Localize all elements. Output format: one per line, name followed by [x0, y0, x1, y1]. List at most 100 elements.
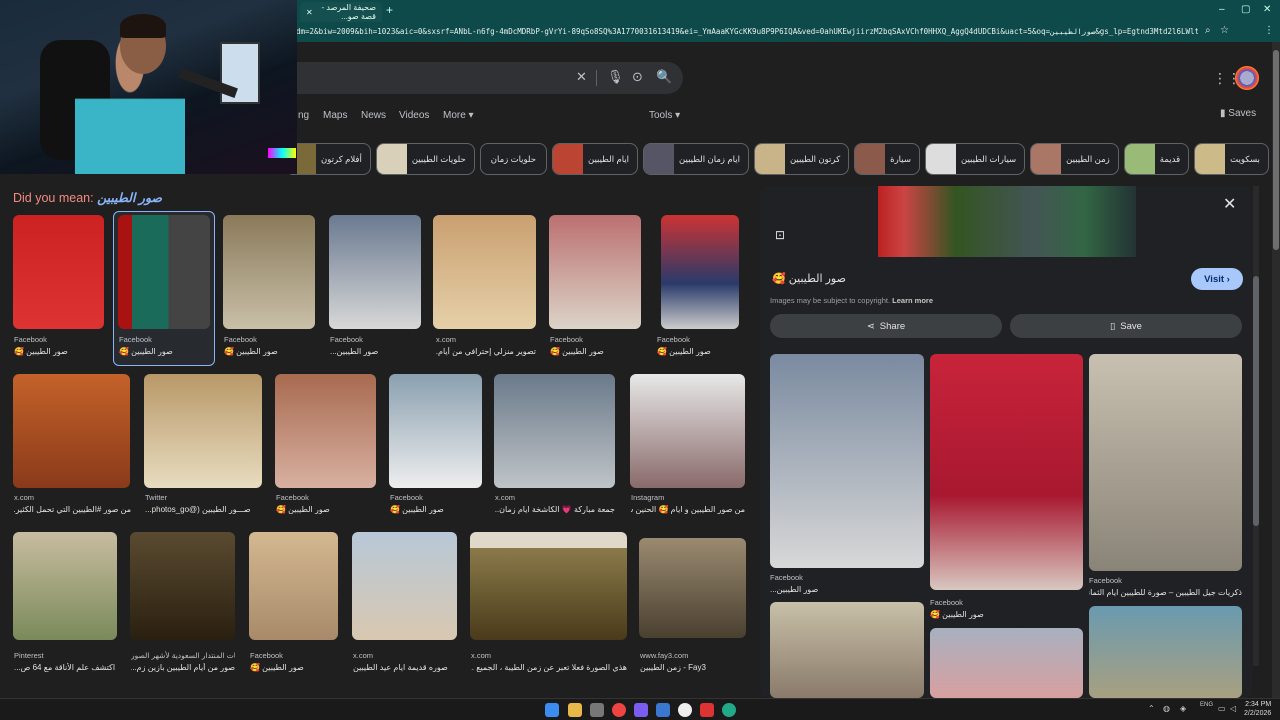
related-title[interactable]: صور الطيبين 🥰 [930, 610, 1080, 619]
result-title[interactable]: صور الطيبين 🥰 [250, 663, 338, 672]
result-title[interactable]: صور الطيبين 🥰 [550, 347, 640, 356]
microphone-icon[interactable]: 🎙 [607, 69, 624, 85]
result-image[interactable] [223, 215, 315, 329]
share-button[interactable]: ⋖ Share [770, 314, 1002, 338]
result-image[interactable] [639, 538, 746, 638]
lens-icon[interactable]: ⊙ [632, 69, 643, 85]
chip[interactable]: بسكويت [1194, 143, 1269, 175]
chip[interactable]: قديمة [1123, 143, 1190, 175]
saves-link[interactable]: ▮ Saves [1220, 108, 1256, 119]
lens-search-icon[interactable]: ⊡ [775, 228, 785, 242]
related-image[interactable] [770, 354, 924, 568]
result-image[interactable] [661, 215, 739, 329]
chip[interactable]: حلويات الطيبين [375, 143, 475, 175]
volume-icon[interactable]: ◁ [1230, 704, 1236, 713]
nav-tab-news[interactable]: News [361, 110, 386, 121]
related-image[interactable] [930, 628, 1083, 698]
related-image[interactable] [1089, 606, 1242, 698]
result-image[interactable] [630, 374, 745, 488]
related-image[interactable] [1089, 354, 1242, 571]
browser-tab[interactable]: صحيفة المرصد - قصة صو... ✕ [300, 2, 382, 22]
url-field[interactable]: dm=2&biw=2009&bih=1023&aic=0&sxsrf=ANbL-… [296, 24, 1198, 40]
result-title[interactable]: صور من أيام الطيبين بازين زم... [131, 663, 235, 672]
chip[interactable]: سيارات الطيبين [924, 143, 1026, 175]
nav-tab-more[interactable]: More ▾ [443, 110, 474, 121]
result-image[interactable] [329, 215, 421, 329]
panel-scrollbar[interactable] [1253, 186, 1259, 666]
window-close-icon[interactable]: ✕ [1263, 4, 1271, 15]
result-image[interactable] [13, 532, 117, 640]
chip[interactable]: كرتون الطيبين [753, 143, 850, 175]
chrome-active-icon[interactable] [722, 703, 736, 717]
related-image[interactable] [930, 354, 1083, 590]
result-image[interactable] [352, 532, 457, 640]
result-title[interactable]: صوره قديمة ايام عيد الطيبين [353, 663, 457, 672]
tray-app-icon[interactable]: ◍ [1163, 704, 1170, 713]
minimize-icon[interactable]: – [1219, 4, 1225, 15]
result-title[interactable]: من صور الطيبين و ايام 🥰 الحنين سما... [631, 505, 745, 514]
result-image[interactable] [144, 374, 262, 488]
result-image[interactable] [433, 215, 536, 329]
chip[interactable]: ايام زمان الطيبين [643, 143, 749, 175]
close-icon[interactable]: ✕ [1223, 194, 1236, 214]
chip[interactable]: سيارة [854, 143, 920, 175]
language-indicator[interactable]: ENG [1200, 702, 1213, 708]
learn-more-link[interactable]: Learn more [892, 296, 933, 305]
clear-icon[interactable]: ✕ [576, 69, 587, 85]
new-tab-icon[interactable]: + [386, 3, 393, 17]
discord-icon[interactable] [634, 703, 648, 717]
app-icon[interactable] [656, 703, 670, 717]
nav-tab-ng[interactable]: ng [298, 110, 309, 121]
result-title[interactable]: صور الطيبين 🥰 [14, 347, 104, 356]
star-icon[interactable]: ☆ [1220, 25, 1229, 36]
result-image[interactable] [130, 532, 235, 640]
search-icon[interactable]: 🔍 [656, 69, 672, 85]
result-title[interactable]: صور الطيبين 🥰 [276, 505, 376, 514]
search-icon[interactable]: ⌕ [1205, 25, 1211, 36]
tray-chevron-icon[interactable]: ⌃ [1148, 704, 1155, 713]
tray-app-icon[interactable]: ◈ [1180, 704, 1186, 713]
result-title[interactable]: Fay3 - زمن الطيبين [640, 663, 746, 672]
save-button[interactable]: ▯ Save [1010, 314, 1242, 338]
chrome-icon[interactable] [612, 703, 626, 717]
visit-button[interactable]: Visit › [1191, 268, 1243, 290]
result-image[interactable] [118, 215, 210, 329]
nav-tab-maps[interactable]: Maps [323, 110, 347, 121]
result-title[interactable]: صور الطيبين 🥰 [657, 347, 747, 356]
chip[interactable]: أفلام كرتون [285, 143, 371, 175]
account-avatar[interactable] [1235, 66, 1259, 90]
result-image[interactable] [549, 215, 641, 329]
windows-start-icon[interactable] [545, 703, 559, 717]
result-title[interactable]: من صور #الطيبين التي تحمل الكثير... [14, 505, 131, 514]
tab-close-icon[interactable]: ✕ [306, 8, 313, 17]
related-title[interactable]: ذكريات جيل الطيبين – صورة للطيبين ايام ا… [1089, 588, 1242, 597]
result-image[interactable] [494, 374, 615, 488]
menu-dots-icon[interactable]: ⋮ [1264, 25, 1274, 36]
result-image[interactable] [13, 215, 104, 329]
chip[interactable]: حلويات زمان [479, 143, 548, 175]
chip[interactable]: زمن الطيبين [1030, 143, 1119, 175]
result-title[interactable]: صور الطيبين 🥰 [390, 505, 482, 514]
result-title[interactable]: اكتشف علم الأناقة مع 64 ص... [14, 663, 118, 672]
network-icon[interactable]: ▭ [1218, 704, 1226, 713]
tools-button[interactable]: Tools ▾ [649, 110, 680, 121]
result-image[interactable] [470, 532, 627, 640]
preview-title[interactable]: صور الطيبين 🥰 [772, 272, 846, 285]
app-icon[interactable] [700, 703, 714, 717]
file-explorer-icon[interactable] [568, 703, 582, 717]
result-image[interactable] [249, 532, 338, 640]
result-image[interactable] [13, 374, 130, 488]
obs-icon[interactable] [678, 703, 692, 717]
suggestion-link[interactable]: صور الطيبين [97, 191, 162, 205]
result-title[interactable]: صـــور الطيبين (@photos_go... [145, 505, 261, 514]
result-title[interactable]: جمعة مباركة 💗 الكاشخة ايام زمان... [495, 505, 615, 514]
system-clock[interactable]: 2:34 PM 2/2/2026 [1244, 700, 1271, 718]
result-title[interactable]: صور الطيبين 🥰 [119, 347, 209, 356]
result-image[interactable] [275, 374, 376, 488]
chip[interactable]: ايام الطيبين [552, 143, 639, 175]
result-title[interactable]: هذي الصورة فعلا تعبر عن زمن الطيبة ، الج… [471, 663, 627, 672]
result-title[interactable]: صور الطيبين 🥰 [224, 347, 314, 356]
settings-icon[interactable] [590, 703, 604, 717]
result-title[interactable]: تصوير منزلي إحترافي من أيام... [436, 347, 536, 356]
preview-image[interactable] [878, 186, 1136, 257]
